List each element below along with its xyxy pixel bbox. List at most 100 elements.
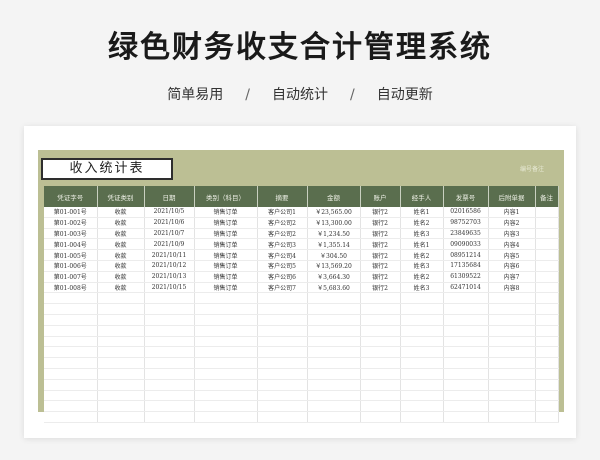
column-header: 发票号 xyxy=(443,186,489,207)
empty-cell xyxy=(257,400,308,413)
empty-cell xyxy=(535,400,559,413)
table-cell: 内容2 xyxy=(488,217,536,229)
table-cell: 客户公司2 xyxy=(257,228,308,240)
empty-row xyxy=(44,303,559,315)
empty-cell xyxy=(257,368,308,380)
empty-cell xyxy=(400,303,444,315)
table-cell: 2021/10/12 xyxy=(144,260,195,272)
empty-cell xyxy=(44,336,98,348)
empty-cell xyxy=(400,336,444,348)
empty-cell xyxy=(488,357,536,369)
empty-cell xyxy=(144,400,195,413)
table-cell: 2021/10/15 xyxy=(144,282,195,294)
table-cell: 02016586 xyxy=(443,207,489,218)
table-cell: 销售订单 xyxy=(194,238,258,251)
column-header: 类别（科目） xyxy=(194,186,258,207)
empty-cell xyxy=(44,411,98,423)
empty-cell xyxy=(194,400,258,413)
empty-cell xyxy=(144,292,195,305)
table-cell: 内容5 xyxy=(488,249,536,261)
empty-cell xyxy=(97,368,145,380)
empty-cell xyxy=(144,411,195,423)
empty-cell xyxy=(443,411,489,423)
empty-cell xyxy=(488,303,536,315)
empty-cell xyxy=(307,411,361,423)
sheet-frame: 收入统计表 编号备注 凭证字号 凭证类别 日期 类别（科目） 摘要 金额 账户 经手人 发票号后… xyxy=(38,150,564,423)
table-cell: 银行2 xyxy=(360,260,401,272)
empty-cell xyxy=(97,357,145,369)
table-cell: ￥23,565.00 xyxy=(307,207,361,218)
empty-cell xyxy=(144,346,195,359)
table-cell: 第01-002号 xyxy=(44,217,98,229)
empty-cell xyxy=(443,357,489,369)
table-cell: 2021/10/6 xyxy=(144,217,195,229)
empty-cell xyxy=(443,346,489,359)
empty-cell xyxy=(194,303,258,315)
table-cell: 销售订单 xyxy=(194,228,258,240)
empty-cell xyxy=(360,346,401,359)
empty-cell xyxy=(400,411,444,423)
table-header-row: 凭证字号 凭证类别 日期 类别（科目） 摘要 金额 账户 经手人 发票号 后附单据 备注 xyxy=(44,186,559,207)
empty-cell xyxy=(400,292,444,305)
empty-cell xyxy=(443,379,489,391)
table-cell: 收款 xyxy=(97,260,145,272)
table-cell: 姓名3 xyxy=(400,260,444,272)
empty-cell xyxy=(400,390,444,402)
column-header: 备注 xyxy=(535,186,559,207)
page-title: 绿色财务收支合计管理系统 xyxy=(108,30,492,65)
empty-cell xyxy=(194,357,258,369)
empty-cell xyxy=(44,314,98,326)
empty-cell xyxy=(360,314,401,326)
empty-cell xyxy=(360,292,401,305)
empty-cell xyxy=(307,357,361,369)
table-cell xyxy=(535,228,559,240)
column-header: 后附单据 xyxy=(488,186,536,207)
empty-cell xyxy=(535,314,559,326)
empty-cell xyxy=(488,292,536,305)
empty-cell xyxy=(400,314,444,326)
table-cell: 62471014 xyxy=(443,282,489,294)
table-cell: 银行2 xyxy=(360,217,401,229)
empty-cell xyxy=(257,379,308,391)
table-row: 第01-005号 收款 2021/10/11 销售订单 客户公司4 ￥304.50 银行2 姓… xyxy=(44,249,559,261)
empty-cell xyxy=(535,292,559,305)
empty-cell xyxy=(488,314,536,326)
table-row: 第01-006号 收款 2021/10/12 销售订单 客户公司5 ￥13,569.20 银… xyxy=(44,260,559,272)
empty-cell xyxy=(488,346,536,359)
empty-cell xyxy=(400,325,444,337)
empty-cell xyxy=(360,368,401,380)
feature-auto-update: 自动更新 xyxy=(376,87,433,103)
table-row: 第01-001号 收款 2021/10/5 销售订单 客户公司1 ￥23,565.00 银行… xyxy=(44,207,559,218)
empty-cell xyxy=(44,292,98,305)
table-cell: ￥5,683.60 xyxy=(307,282,361,294)
empty-row xyxy=(44,390,559,402)
empty-cell xyxy=(360,325,401,337)
empty-cell xyxy=(535,390,559,402)
empty-cell xyxy=(360,303,401,315)
empty-cell xyxy=(44,368,98,380)
table-row: 第01-004号 收款 2021/10/9 销售订单 客户公司3 ￥1,355.14 银行2… xyxy=(44,238,559,251)
empty-cell xyxy=(488,400,536,413)
empty-cell xyxy=(97,390,145,402)
table-cell: 第01-004号 xyxy=(44,238,98,251)
empty-cell xyxy=(97,411,145,423)
table-cell: 银行2 xyxy=(360,249,401,261)
empty-cell xyxy=(44,357,98,369)
empty-cell xyxy=(194,292,258,305)
empty-cell xyxy=(488,336,536,348)
empty-cell xyxy=(97,379,145,391)
table-cell: ￥13,569.20 xyxy=(307,260,361,272)
table-cell: 内容3 xyxy=(488,228,536,240)
empty-cell xyxy=(443,303,489,315)
table-cell: 客户公司2 xyxy=(257,217,308,229)
empty-cell xyxy=(443,400,489,413)
table-cell: 61309522 xyxy=(443,271,489,283)
table-cell: 姓名3 xyxy=(400,282,444,294)
watermark-text: 编号备注 xyxy=(519,166,544,173)
empty-cell xyxy=(360,400,401,413)
table-cell: ￥13,300.00 xyxy=(307,217,361,229)
empty-cell xyxy=(307,303,361,315)
empty-cell xyxy=(257,390,308,402)
table-cell: 内容1 xyxy=(488,207,536,218)
empty-row xyxy=(44,346,559,359)
